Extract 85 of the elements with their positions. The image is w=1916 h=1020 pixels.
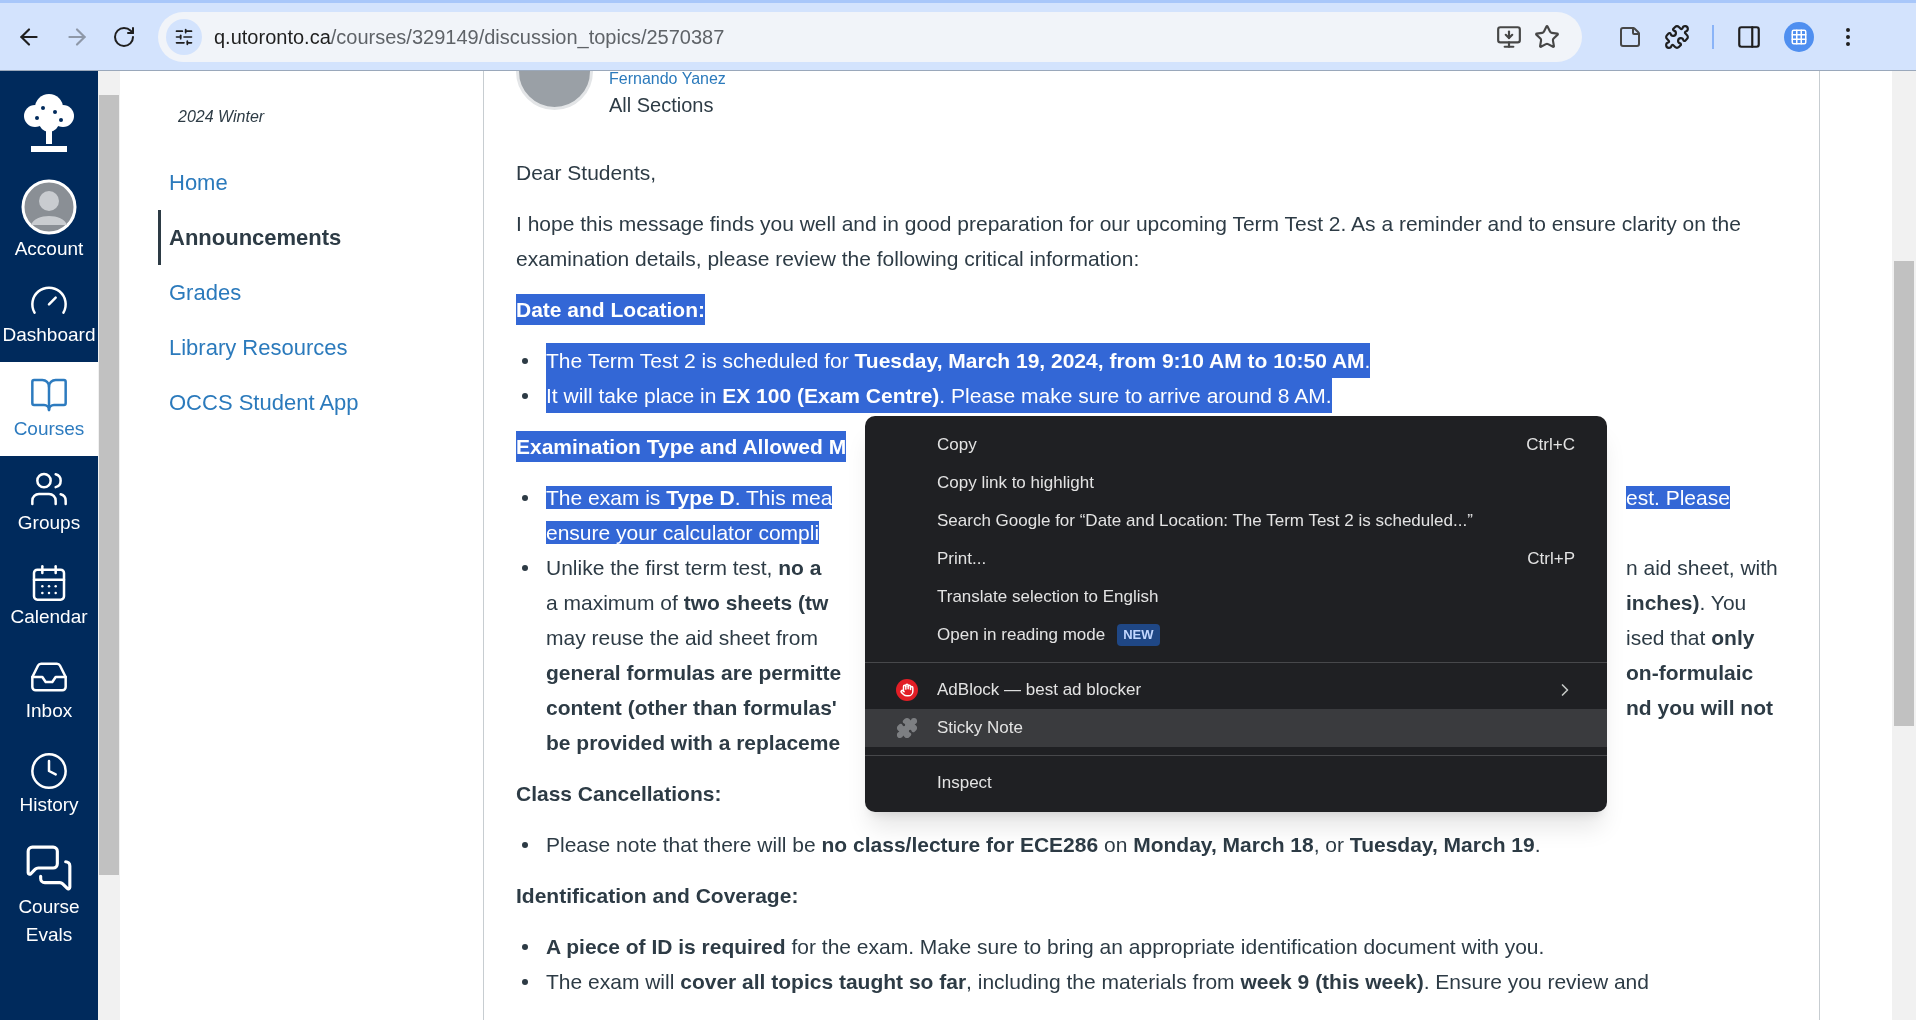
bullet-icon bbox=[522, 565, 528, 571]
list-text: n aid sheet, with bbox=[1626, 556, 1778, 579]
list-text: Unlike the first term test, no a bbox=[546, 556, 822, 579]
bullet-icon bbox=[522, 979, 528, 985]
menu-item-label: Sticky Note bbox=[937, 717, 1023, 740]
global-nav-item[interactable]: Account bbox=[0, 174, 98, 268]
reload-icon[interactable] bbox=[112, 24, 136, 49]
profile-icon[interactable] bbox=[1784, 21, 1814, 52]
menu-item-label: Copy link to highlight bbox=[937, 472, 1094, 495]
puzzle-icon bbox=[896, 717, 918, 739]
section-heading: Identification and Coverage: bbox=[516, 883, 799, 909]
course-nav-link[interactable]: Announcements bbox=[158, 210, 483, 265]
global-nav-item[interactable]: History bbox=[0, 738, 98, 832]
side-panel-icon[interactable] bbox=[1736, 23, 1762, 50]
term-label: 2024 Winter bbox=[177, 107, 266, 127]
address-bar[interactable]: q.utoronto.ca/courses/329149/discussion_topics/2570387 bbox=[158, 11, 1582, 62]
paragraph: Dear Students, bbox=[516, 160, 658, 186]
list-text: ensure your calculator compli bbox=[546, 521, 820, 544]
author-link[interactable]: Fernando Yanez bbox=[609, 71, 726, 91]
menu-item[interactable]: Open in reading mode NEW bbox=[865, 616, 1607, 654]
global-nav-item[interactable]: Courses bbox=[0, 362, 98, 456]
section-heading: Date and Location: bbox=[516, 294, 705, 325]
list-text: The exam will cover all topics taught so far, including the materials from week 9 (this week). Ensure you review and bbox=[546, 969, 1649, 995]
menu-item-label: Translate selection to English bbox=[937, 586, 1159, 609]
section-heading: Examination Type and Allowed M bbox=[516, 431, 847, 462]
global-nav-item[interactable]: Calendar bbox=[0, 550, 98, 644]
paragraph: I hope this message finds you well and in good preparation for our upcoming Term Test 2. As a reminder and to ensure clarity on the examination details, please review the following critical information: bbox=[516, 211, 1742, 272]
extensions-icon[interactable] bbox=[1664, 23, 1690, 50]
menu-item-label: Inspect bbox=[937, 772, 992, 795]
list-text: on-formulaic bbox=[1626, 661, 1754, 684]
sticky-note-icon[interactable] bbox=[1618, 24, 1642, 49]
course-nav-link[interactable]: OCCS Student App bbox=[158, 375, 483, 430]
new-badge: NEW bbox=[1117, 624, 1160, 646]
scrollbar[interactable] bbox=[98, 71, 120, 1020]
audience-label: All Sections bbox=[609, 93, 715, 118]
install-icon[interactable] bbox=[1496, 23, 1522, 50]
star-icon[interactable] bbox=[1534, 23, 1560, 50]
menu-item[interactable]: Copy Ctrl+C bbox=[865, 426, 1607, 464]
site-info-icon[interactable] bbox=[166, 18, 202, 55]
menu-item[interactable]: Print... Ctrl+P bbox=[865, 540, 1607, 578]
menu-item-label: Open in reading mode bbox=[937, 624, 1106, 647]
menu-item[interactable]: Translate selection to English bbox=[865, 578, 1607, 616]
list-text: content (other than formulas' bbox=[546, 696, 837, 719]
list-text: may reuse the aid sheet from bbox=[546, 626, 818, 649]
list-text: nd you will not bbox=[1626, 696, 1773, 719]
bullet-icon bbox=[522, 944, 528, 950]
avatar-icon bbox=[21, 179, 77, 235]
menu-item-label: AdBlock — best ad blocker bbox=[937, 679, 1142, 702]
list-text: inches). You bbox=[1626, 591, 1747, 614]
shortcut-label: Ctrl+C bbox=[1526, 434, 1575, 457]
url-text: q.utoronto.ca/courses/329149/discussion_topics/2570387 bbox=[214, 24, 725, 51]
list-text: It will take place in EX 100 (Exam Centre). Please make sure to arrive around 8 AM. bbox=[546, 378, 1332, 413]
list-text: A piece of ID is required for the exam. Make sure to bring an appropriate identification document with you. bbox=[546, 934, 1545, 960]
list-text: The exam is Type D. This mea bbox=[546, 486, 833, 509]
list-text: general formulas are permitte bbox=[546, 661, 842, 684]
course-nav-link[interactable]: Grades bbox=[158, 265, 483, 320]
bullet-icon bbox=[522, 495, 528, 501]
list-text: The Term Test 2 is scheduled for Tuesday, March 19, 2024, from 9:10 AM to 10:50 AM. bbox=[546, 343, 1371, 378]
menu-item[interactable]: Search Google for “Date and Location: The Term Test 2 is scheduled...” bbox=[865, 502, 1607, 540]
menu-item[interactable]: Sticky Note bbox=[865, 709, 1607, 747]
bullet-icon bbox=[522, 393, 528, 399]
shortcut-label: Ctrl+P bbox=[1527, 548, 1575, 571]
scrollbar[interactable] bbox=[1892, 71, 1916, 1020]
list-text: ised that only bbox=[1626, 626, 1755, 649]
menu-item-label: Search Google for “Date and Location: The Term Test 2 is scheduled...” bbox=[937, 510, 1473, 533]
clock-icon bbox=[29, 751, 69, 791]
menu-item-label: Copy bbox=[937, 434, 977, 457]
list-text: a maximum of two sheets (tw bbox=[546, 591, 829, 614]
list-text: be provided with a replaceme bbox=[546, 731, 841, 754]
section-heading: Class Cancellations: bbox=[516, 781, 722, 807]
list-text: est. Please bbox=[1626, 486, 1730, 509]
menu-item[interactable]: Copy link to highlight bbox=[865, 464, 1607, 502]
menu-item[interactable]: AdBlock — best ad blocker bbox=[865, 671, 1607, 709]
bullet-icon bbox=[522, 842, 528, 848]
global-nav-item[interactable]: Course Evals bbox=[0, 832, 98, 960]
global-nav-item[interactable]: Dashboard bbox=[0, 268, 98, 362]
menu-item-label: Print... bbox=[937, 548, 987, 571]
bullet-icon bbox=[522, 358, 528, 364]
menu-item[interactable]: Inspect bbox=[865, 764, 1607, 802]
course-nav-link[interactable]: Library Resources bbox=[158, 320, 483, 375]
global-nav-item[interactable]: Groups bbox=[0, 456, 98, 550]
list-text: Please note that there will be no class/lecture for ECE286 on Monday, March 18, or Tuesday, March 19. bbox=[546, 832, 1541, 858]
course-nav-link[interactable]: Home bbox=[158, 155, 483, 210]
global-nav-item[interactable]: Inbox bbox=[0, 644, 98, 738]
stop-hand-icon bbox=[896, 679, 918, 701]
